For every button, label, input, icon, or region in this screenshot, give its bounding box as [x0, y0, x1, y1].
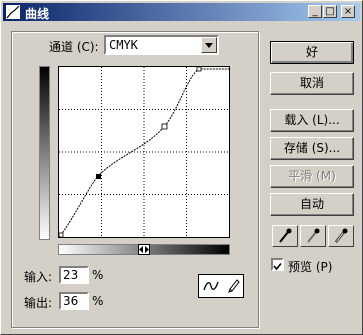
gradient-toggle-button[interactable]	[138, 244, 150, 255]
curve-point[interactable]	[58, 232, 64, 238]
save-button[interactable]: 存储 (S)...	[270, 137, 354, 160]
grid-lines	[59, 67, 229, 237]
checkmark-icon	[273, 262, 282, 271]
white-eyedropper-button[interactable]	[328, 225, 354, 247]
channel-label: 通道 (C):	[49, 40, 99, 54]
auto-button[interactable]: 自动	[270, 193, 354, 216]
window-title: 曲线	[25, 7, 50, 21]
pencil-tool-button[interactable]	[223, 277, 243, 295]
smooth-button: 平滑 (M)	[270, 165, 354, 188]
maximize-button[interactable]: □	[323, 5, 337, 18]
curve-tool-button[interactable]	[201, 277, 221, 295]
curve-graph[interactable]	[58, 66, 230, 238]
eyedropper-icon	[307, 228, 320, 243]
load-button[interactable]: 载入 (L)...	[270, 109, 354, 132]
curve-point[interactable]	[161, 123, 168, 130]
curve-point[interactable]	[196, 66, 202, 72]
swap-arrows-icon	[139, 246, 149, 253]
preview-label[interactable]: 预览 (P)	[288, 258, 332, 275]
input-label: 输入:	[24, 270, 53, 284]
pencil-icon	[228, 279, 240, 293]
close-button[interactable]: ×	[341, 5, 355, 18]
preview-checkbox[interactable]	[271, 258, 284, 271]
curve-tool-group	[198, 274, 244, 298]
dropdown-button[interactable]	[201, 37, 217, 53]
eyedropper-icon	[335, 228, 348, 243]
output-field[interactable]: 36	[59, 292, 89, 310]
minimize-button[interactable]: _	[308, 5, 322, 18]
curve-icon	[203, 281, 219, 291]
ok-button[interactable]: 好	[270, 41, 354, 64]
gray-eyedropper-button[interactable]	[300, 225, 326, 247]
curve-point-selected[interactable]	[96, 174, 101, 179]
input-field[interactable]: 23	[59, 266, 89, 284]
output-label: 输出:	[24, 296, 53, 310]
curve-canvas[interactable]	[58, 66, 229, 238]
channel-value: CMYK	[109, 38, 138, 52]
black-eyedropper-button[interactable]	[272, 225, 298, 247]
channel-select[interactable]: CMYK	[104, 35, 219, 55]
cancel-button[interactable]: 取消	[270, 72, 354, 95]
output-gradient-bar	[39, 66, 50, 240]
app-icon	[6, 5, 20, 19]
eyedropper-icon	[279, 228, 292, 243]
title-bar[interactable]: 曲线 _ □ ×	[3, 3, 360, 21]
curves-dialog: 曲线 _ □ × 通道 (C): CMYK 输入: 23 % 输出: 36 % …	[0, 0, 363, 335]
input-unit: %	[92, 268, 104, 282]
output-unit: %	[92, 294, 104, 308]
chevron-down-icon	[205, 43, 213, 48]
